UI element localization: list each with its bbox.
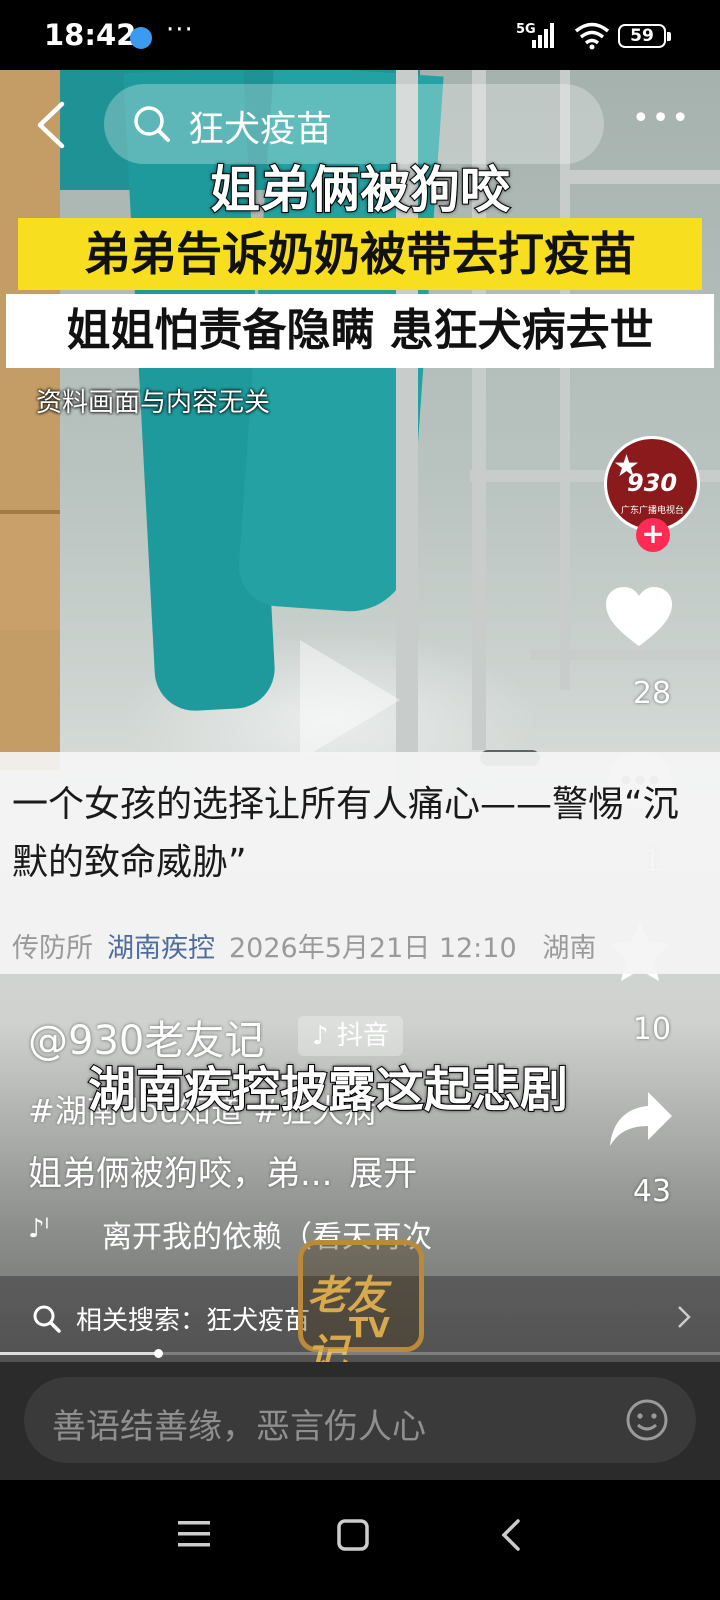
headline-line-1: 姐弟俩被狗咬 xyxy=(209,160,511,220)
article-card[interactable]: 一个女孩的选择让所有人痛心——警惕“沉默的致命威胁” 传防所 湖南疾控 2026年5… xyxy=(0,752,720,974)
headline-line-3: 姐姐怕责备隐瞒 患狂犬病去世 xyxy=(6,294,714,368)
post-description: 姐弟俩被狗咬，弟... 展开 xyxy=(28,1146,417,1195)
avatar-logo-subtext: 广东广播电视台 xyxy=(621,506,685,516)
video-frame-rail xyxy=(530,650,720,660)
article-date: 2026年5月21日 12:10 xyxy=(229,933,517,964)
search-icon xyxy=(33,1305,61,1333)
system-nav-bar xyxy=(0,1480,720,1600)
follow-button[interactable]: + xyxy=(636,518,670,552)
headline-line-2: 弟弟告诉奶奶被带去打疫苗 xyxy=(18,218,702,290)
more-options-button[interactable]: ••• xyxy=(632,104,691,134)
article-region: 湖南 xyxy=(542,933,597,964)
status-bar: 18:42 ··· 5G 59 xyxy=(0,0,720,70)
app-notification-icon xyxy=(130,27,152,49)
expand-button[interactable]: 展开 xyxy=(349,1154,417,1194)
share-count: 43 xyxy=(632,1174,672,1209)
battery-icon: 59 xyxy=(618,24,671,48)
like-heart-icon[interactable] xyxy=(604,586,674,648)
emoji-icon[interactable] xyxy=(624,1397,670,1443)
signal-icon xyxy=(532,23,554,48)
music-note-icon: ♪ˡ xyxy=(28,1214,49,1244)
menu-icon[interactable] xyxy=(176,1518,212,1550)
status-more-icon: ··· xyxy=(166,15,194,45)
wifi-icon xyxy=(574,22,610,50)
avatar-logo-text: 930 xyxy=(627,469,678,497)
video-progress-bar[interactable] xyxy=(0,1349,720,1358)
back-button[interactable] xyxy=(32,100,72,150)
article-tag[interactable]: 湖南疾控 xyxy=(107,933,215,964)
status-time: 18:42 xyxy=(44,18,137,52)
play-icon[interactable] xyxy=(300,640,400,760)
comment-bar: 善语结善缘，恶言伤人心 xyxy=(0,1362,720,1480)
chevron-right-icon xyxy=(678,1306,691,1328)
back-nav-icon[interactable] xyxy=(498,1518,524,1552)
article-meta: 传防所 湖南疾控 2026年5月21日 12:10 湖南 xyxy=(12,926,720,965)
home-icon[interactable] xyxy=(336,1518,370,1552)
comment-input[interactable]: 善语结善缘，恶言伤人心 xyxy=(24,1377,696,1463)
article-title: 一个女孩的选择让所有人痛心——警惕“沉默的致命威胁” xyxy=(12,784,679,883)
related-search-text: 相关搜索：狂犬疫苗 xyxy=(76,1306,311,1336)
watermark-tv-text: TV xyxy=(349,1311,390,1344)
search-icon xyxy=(134,106,170,142)
comment-placeholder: 善语结善缘，恶言伤人心 xyxy=(52,1407,426,1447)
description-text: 姐弟俩被狗咬，弟... xyxy=(28,1154,333,1194)
like-count: 28 xyxy=(632,676,672,711)
article-source: 传防所 xyxy=(12,933,93,964)
disclaimer-text: 资料画面与内容无关 xyxy=(36,388,271,418)
video-subtitle: 湖南疾控披露这起悲剧 xyxy=(87,1061,569,1119)
video-frame-door xyxy=(0,510,60,630)
favorite-count: 10 xyxy=(632,1012,672,1047)
share-arrow-icon[interactable] xyxy=(608,1090,674,1150)
search-query: 狂犬疫苗 xyxy=(188,109,333,150)
channel-watermark-logo: 老友记 TV xyxy=(298,1240,424,1377)
video-progress-fill xyxy=(0,1352,159,1355)
